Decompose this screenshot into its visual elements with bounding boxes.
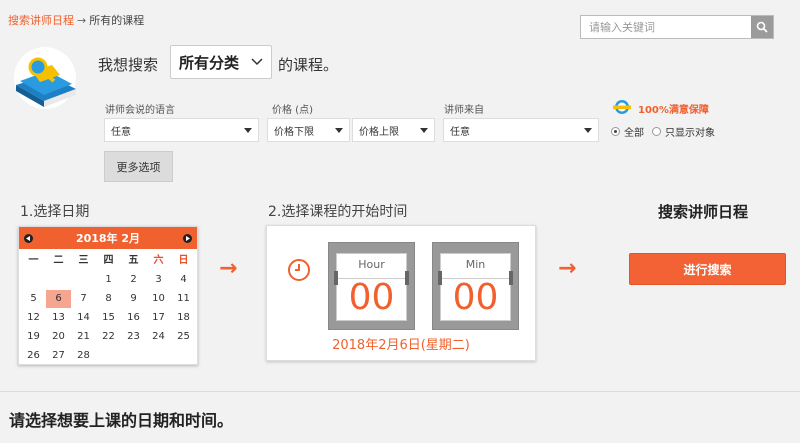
selected-date-text: 2018年2月6日(星期二) — [332, 338, 470, 353]
search-input[interactable] — [581, 16, 751, 38]
weekday-header: 四 — [103, 255, 114, 266]
calendar-day[interactable]: 12 — [21, 309, 46, 327]
hour-value: 00 — [348, 277, 395, 318]
calendar-day[interactable]: 26 — [21, 347, 46, 365]
calendar-day-selected[interactable]: 6 — [46, 290, 71, 308]
origin-value: 任意 — [450, 126, 470, 138]
price-max-value: 价格上限 — [359, 126, 399, 138]
calendar-day[interactable]: 28 — [71, 347, 96, 365]
calendar-day[interactable]: 14 — [71, 309, 96, 327]
category-select[interactable]: 所有分类 — [170, 45, 272, 79]
calendar-day[interactable]: 13 — [46, 309, 71, 327]
calendar-day[interactable]: 11 — [171, 290, 196, 308]
weekday-header: 一 — [28, 255, 39, 266]
category-value: 所有分类 — [179, 53, 240, 72]
arrow-right-icon: → — [219, 256, 238, 281]
step1-title: 1.选择日期 — [20, 204, 90, 220]
calendar-day[interactable]: 18 — [171, 309, 196, 327]
hour-label: Hour — [358, 258, 385, 271]
calendar-day[interactable]: 19 — [21, 328, 46, 346]
chevron-down-icon — [251, 58, 263, 66]
calendar-day[interactable]: 2 — [121, 271, 146, 289]
radio-only-label: 只显示对象 — [665, 128, 715, 139]
step2-title: 2.选择课程的开始时间 — [268, 204, 408, 220]
calendar-day[interactable]: 15 — [96, 309, 121, 327]
radio-all-label: 全部 — [624, 128, 644, 139]
calendar-day[interactable]: 25 — [171, 328, 196, 346]
calendar-day[interactable]: 7 — [71, 290, 96, 308]
minute-value: 00 — [452, 277, 499, 318]
chevron-left-icon — [26, 235, 30, 241]
divider — [0, 391, 800, 392]
calendar-day[interactable]: 8 — [96, 290, 121, 308]
calendar-title: 2018年 2月 — [75, 232, 141, 245]
price-min-select[interactable]: 价格下限 — [267, 118, 350, 142]
language-select[interactable]: 任意 — [104, 118, 259, 142]
breadcrumb-link[interactable]: 搜索讲师日程 — [8, 14, 74, 27]
calendar-day[interactable]: 17 — [146, 309, 171, 327]
breadcrumb-current: 所有的课程 — [89, 14, 145, 27]
prev-month-button[interactable] — [24, 233, 33, 243]
calendar-day[interactable]: 1 — [96, 271, 121, 289]
filter-radio-group: 全部 只显示对象 — [611, 124, 715, 139]
search-icon — [756, 21, 768, 33]
hour-picker[interactable]: Hour 00 — [328, 242, 415, 330]
caret-down-icon — [335, 127, 343, 133]
price-label: 价格 (点) — [272, 105, 313, 116]
weekday-header: 三 — [78, 255, 89, 266]
step3-title: 搜索讲师日程 — [658, 203, 749, 221]
calendar-day[interactable]: 22 — [96, 328, 121, 346]
calendar-day[interactable]: 4 — [171, 271, 196, 289]
calendar-day[interactable]: 16 — [121, 309, 146, 327]
breadcrumb-separator: → — [77, 14, 87, 27]
sentence-prefix: 我想搜索 — [98, 56, 159, 74]
weekday-header: 日 — [178, 255, 189, 266]
minute-label: Min — [465, 258, 486, 271]
price-max-select[interactable]: 价格上限 — [352, 118, 435, 142]
language-label: 讲师会说的语言 — [105, 105, 175, 116]
calendar-day[interactable]: 23 — [121, 328, 146, 346]
search-button[interactable] — [751, 16, 773, 38]
origin-label: 讲师来自 — [444, 105, 484, 116]
language-value: 任意 — [111, 126, 131, 138]
calendar-day[interactable]: 27 — [46, 347, 71, 365]
caret-down-icon — [584, 127, 592, 133]
calendar-day[interactable]: 10 — [146, 290, 171, 308]
clock-icon — [287, 258, 311, 282]
arrow-right-icon: → — [558, 256, 577, 281]
calendar-day[interactable]: 21 — [71, 328, 96, 346]
price-min-value: 价格下限 — [274, 126, 314, 138]
calendar-day[interactable]: 3 — [146, 271, 171, 289]
more-options-button[interactable]: 更多选项 — [104, 151, 173, 182]
next-month-button[interactable] — [182, 233, 192, 243]
instruction-message: 请选择想要上课的日期和时间。 — [9, 411, 234, 430]
badge-icon — [612, 98, 632, 116]
calendar-day[interactable]: 9 — [121, 290, 146, 308]
minute-picker[interactable]: Min 00 — [432, 242, 519, 330]
guarantee-text: 100%满意保障 — [638, 105, 709, 116]
breadcrumb: 搜索讲师日程 → 所有的课程 — [8, 12, 144, 28]
radio-all[interactable] — [611, 127, 620, 136]
calendar: 2018年 2月 一二三四五六日 1 2 3 4 5 6 7 8 9 10 11 12 13 14 15 16 1… — [18, 226, 198, 365]
caret-down-icon — [420, 127, 428, 133]
calendar-header: 2018年 2月 — [19, 227, 197, 249]
chevron-right-icon — [185, 235, 190, 241]
radio-only[interactable] — [652, 127, 661, 136]
search-go-button[interactable]: 进行搜索 — [629, 253, 786, 285]
origin-select[interactable]: 任意 — [443, 118, 599, 142]
book-icon — [8, 45, 83, 110]
search-box — [580, 15, 774, 39]
caret-down-icon — [244, 127, 252, 133]
weekday-header: 五 — [128, 255, 139, 266]
weekday-header: 六 — [153, 255, 164, 266]
calendar-day[interactable]: 5 — [21, 290, 46, 308]
weekday-header: 二 — [53, 255, 64, 266]
sentence-suffix: 的课程。 — [278, 56, 339, 74]
calendar-day[interactable]: 20 — [46, 328, 71, 346]
calendar-day[interactable]: 24 — [146, 328, 171, 346]
